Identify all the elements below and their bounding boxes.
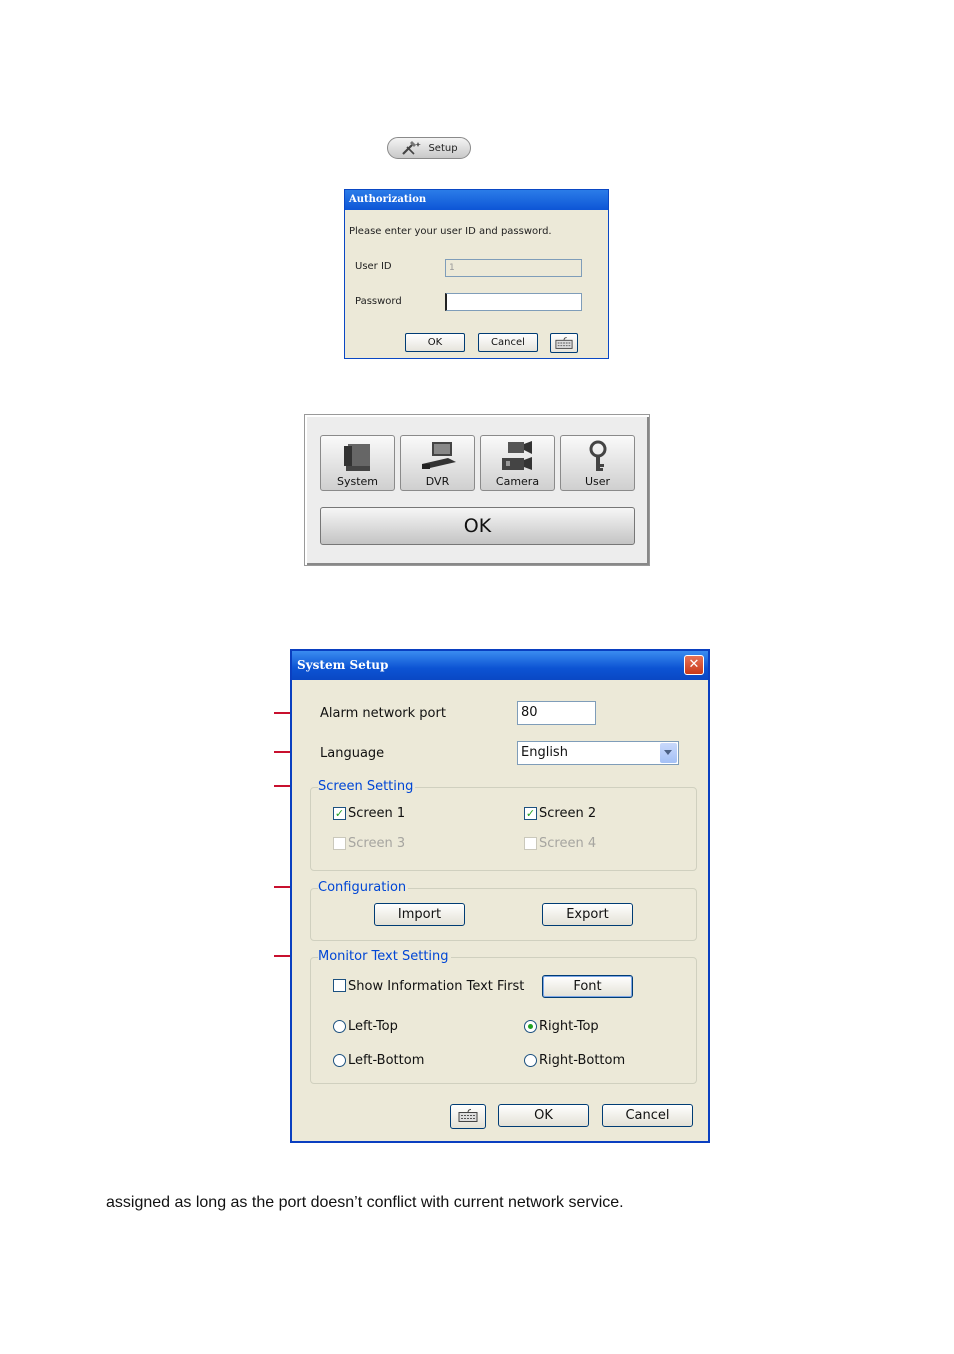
right-bottom-radio[interactable] bbox=[524, 1054, 537, 1067]
monitor-icon bbox=[343, 444, 370, 471]
keyboard-button[interactable] bbox=[450, 1104, 486, 1129]
configuration-group bbox=[310, 888, 697, 941]
user-button[interactable]: User bbox=[560, 435, 635, 491]
screen-3-label: Screen 3 bbox=[348, 836, 406, 851]
screen-setting-title: Screen Setting bbox=[318, 779, 416, 794]
setup-button[interactable]: Setup bbox=[387, 137, 471, 159]
chevron-down-icon[interactable] bbox=[660, 743, 677, 763]
body-paragraph: assigned as long as the port doesn’t con… bbox=[106, 1194, 624, 1211]
language-value: English bbox=[521, 745, 568, 760]
key-icon bbox=[589, 440, 606, 471]
system-button-label: System bbox=[336, 475, 379, 488]
password-label: Password bbox=[355, 296, 402, 307]
auth-keyboard-button[interactable] bbox=[550, 333, 578, 353]
import-button[interactable]: Import bbox=[374, 903, 465, 926]
keyboard-icon bbox=[458, 1109, 478, 1122]
auth-dialog-title: Authorization bbox=[345, 190, 608, 210]
auth-ok-button[interactable]: OK bbox=[405, 333, 465, 352]
close-button[interactable]: ✕ bbox=[684, 655, 704, 675]
show-info-checkbox[interactable] bbox=[333, 979, 346, 992]
close-icon: ✕ bbox=[688, 657, 700, 672]
screen-2-checkbox[interactable]: ✓ bbox=[524, 807, 537, 820]
screen-1-label: Screen 1 bbox=[348, 806, 406, 821]
left-bottom-label: Left-Bottom bbox=[348, 1053, 425, 1068]
cancel-button[interactable]: Cancel bbox=[602, 1104, 693, 1127]
export-button[interactable]: Export bbox=[542, 903, 633, 926]
authorization-dialog: Authorization Please enter your user ID … bbox=[344, 189, 609, 359]
tools-icon bbox=[402, 141, 422, 155]
dvr-button[interactable]: DVR bbox=[400, 435, 475, 491]
setup-button-label: Setup bbox=[428, 142, 458, 154]
font-button[interactable]: Font bbox=[542, 975, 633, 998]
launcher-ok-button[interactable]: OK bbox=[320, 507, 635, 545]
setup-launcher-panel: System DVR Camera User OK bbox=[304, 414, 650, 566]
right-top-label: Right-Top bbox=[539, 1019, 599, 1034]
camera-icon bbox=[501, 441, 532, 470]
language-select[interactable]: English bbox=[517, 741, 679, 765]
monitor-text-title: Monitor Text Setting bbox=[318, 949, 451, 964]
system-setup-titlebar: System Setup ✕ bbox=[292, 651, 708, 680]
left-top-radio[interactable] bbox=[333, 1020, 346, 1033]
dvr-icon bbox=[421, 442, 456, 469]
ok-button[interactable]: OK bbox=[498, 1104, 589, 1127]
keyboard-icon bbox=[555, 337, 573, 349]
system-setup-dialog: System Setup ✕ Alarm network port 80 Lan… bbox=[290, 649, 710, 1143]
screen-setting-group bbox=[310, 787, 697, 871]
screen-1-checkbox[interactable]: ✓ bbox=[333, 807, 346, 820]
screen-4-label: Screen 4 bbox=[539, 836, 597, 851]
system-setup-title: System Setup bbox=[297, 658, 389, 672]
right-top-radio[interactable] bbox=[524, 1020, 537, 1033]
user-id-label: User ID bbox=[355, 261, 392, 272]
dvr-button-label: DVR bbox=[425, 475, 450, 488]
screen-4-checkbox[interactable] bbox=[524, 837, 537, 850]
user-button-label: User bbox=[584, 475, 611, 488]
password-field[interactable] bbox=[445, 293, 582, 311]
auth-prompt: Please enter your user ID and password. bbox=[349, 226, 552, 237]
auth-cancel-button[interactable]: Cancel bbox=[478, 333, 538, 352]
user-id-field[interactable]: 1 bbox=[445, 259, 582, 277]
camera-button[interactable]: Camera bbox=[480, 435, 555, 491]
left-top-label: Left-Top bbox=[348, 1019, 398, 1034]
language-label: Language bbox=[320, 746, 385, 761]
configuration-title: Configuration bbox=[318, 880, 409, 895]
right-bottom-label: Right-Bottom bbox=[539, 1053, 626, 1068]
alarm-port-input[interactable]: 80 bbox=[517, 701, 596, 725]
left-bottom-radio[interactable] bbox=[333, 1054, 346, 1067]
system-button[interactable]: System bbox=[320, 435, 395, 491]
alarm-port-label: Alarm network port bbox=[320, 706, 446, 721]
camera-button-label: Camera bbox=[495, 475, 540, 488]
show-info-label: Show Information Text First bbox=[348, 979, 525, 994]
screen-2-label: Screen 2 bbox=[539, 806, 597, 821]
screen-3-checkbox[interactable] bbox=[333, 837, 346, 850]
